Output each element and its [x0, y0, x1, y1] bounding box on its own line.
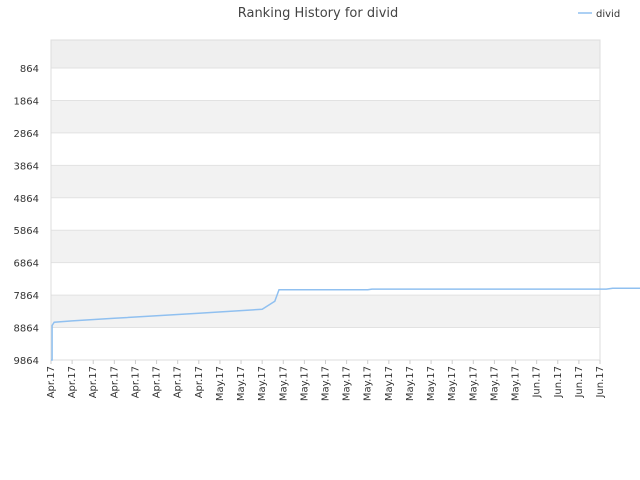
y-tick-label: 8864 [14, 324, 39, 335]
plot-band [51, 230, 600, 263]
x-tick-label: May.17 [426, 366, 437, 401]
x-tick-label: Jun.17 [574, 366, 585, 399]
x-tick-label: May.17 [236, 366, 247, 401]
x-tick-label: May.17 [489, 366, 500, 401]
ranking-chart: 864186428643864486458646864786488649864 … [14, 6, 640, 401]
x-tick-label: May.17 [299, 366, 310, 401]
plot-band [51, 100, 600, 133]
x-tick-label: May.17 [447, 366, 458, 401]
x-tick-label: May.17 [321, 366, 332, 401]
x-tick-label: Apr.17 [194, 366, 205, 398]
y-tick-label: 9864 [14, 356, 39, 367]
plot-band [51, 197, 600, 231]
y-tick-label: 6864 [14, 259, 39, 270]
x-tick-label: Apr.17 [46, 366, 57, 398]
x-tick-label: Jun.17 [532, 366, 543, 399]
plot-band [51, 40, 600, 69]
x-tick-label: May.17 [215, 366, 226, 401]
plot-band [51, 132, 600, 166]
y-tick-label: 3864 [14, 161, 39, 172]
x-tick-label: Apr.17 [173, 366, 184, 398]
x-tick-label: Apr.17 [88, 366, 99, 398]
chart-title: Ranking History for divid [238, 6, 399, 21]
x-axis: Apr.17 Apr.17 Apr.17 Apr.17 Apr.17 Apr.17 Apr.… [46, 360, 606, 401]
x-tick-label: Jun.17 [595, 366, 606, 399]
x-tick-label: Apr.17 [130, 366, 141, 398]
y-tick-label: 864 [20, 64, 39, 75]
legend-label: divid [596, 9, 620, 20]
y-tick-label: 4864 [14, 194, 39, 205]
y-tick-label: 1864 [14, 96, 39, 107]
x-tick-label: May.17 [511, 366, 522, 401]
legend[interactable]: divid [578, 9, 620, 20]
x-tick-label: May.17 [342, 366, 353, 401]
x-tick-label: May.17 [405, 366, 416, 401]
plot-band [51, 165, 600, 198]
plot-band [51, 295, 600, 328]
x-tick-label: Apr.17 [109, 366, 120, 398]
y-tick-label: 7864 [14, 291, 39, 302]
plot-band [51, 327, 600, 360]
x-tick-label: May.17 [468, 366, 479, 401]
y-axis: 864 1864 2864 3864 4864 5864 6864 7864 8864 9864 [14, 64, 39, 367]
plot-bands [51, 40, 600, 361]
y-tick-label: 5864 [14, 226, 39, 237]
x-tick-label: May.17 [384, 366, 395, 401]
x-tick-label: May.17 [278, 366, 289, 401]
plot-band [51, 68, 600, 101]
x-tick-label: May.17 [363, 366, 374, 401]
x-tick-label: Apr.17 [67, 366, 78, 398]
x-tick-label: May.17 [257, 366, 268, 401]
y-tick-label: 2864 [14, 129, 39, 140]
x-tick-label: Apr.17 [152, 366, 163, 398]
x-tick-label: Jun.17 [553, 366, 564, 399]
